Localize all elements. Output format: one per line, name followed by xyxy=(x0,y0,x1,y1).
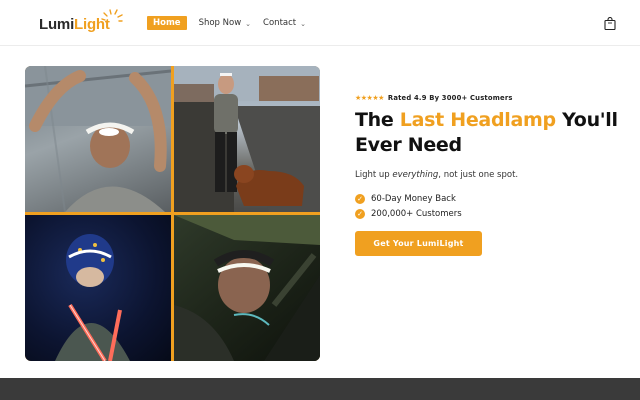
hero-headline: The Last Headlamp You'll Ever Need xyxy=(355,109,618,156)
hero-copy: ★★★★★ Rated 4.9 By 3000+ Customers The L… xyxy=(355,94,625,256)
shopping-bag-icon[interactable] xyxy=(604,17,616,30)
nav-contact[interactable]: Contact ⌄ xyxy=(263,18,306,28)
nav-contact-label: Contact xyxy=(263,18,297,28)
get-lumilight-button[interactable]: Get Your LumiLight xyxy=(355,231,482,256)
chevron-down-icon: ⌄ xyxy=(300,20,306,28)
benefit-list: ✓ 60-Day Money Back ✓ 200,000+ Customers xyxy=(355,194,625,219)
photo-car-repair-headlamp xyxy=(174,215,320,361)
rating-text: Rated 4.9 By 3000+ Customers xyxy=(387,94,513,102)
logo-wordmark: LumiLight xyxy=(39,15,110,33)
nav-shop-now[interactable]: Shop Now ⌄ xyxy=(199,18,251,28)
chevron-down-icon: ⌄ xyxy=(245,20,252,28)
sun-rays-icon xyxy=(101,9,123,22)
photo-night-runner xyxy=(25,215,171,361)
benefit-text: 60-Day Money Back xyxy=(371,194,456,204)
star-rating-icon: ★★★★★ xyxy=(355,94,384,102)
nav-home[interactable]: Home xyxy=(147,16,187,30)
photo-man-headlamp-ceiling xyxy=(25,66,171,212)
photo-woman-with-dog xyxy=(174,66,320,212)
headline-accent: Last Headlamp xyxy=(399,109,556,131)
site-header: LumiLight Home Shop Now ⌄ Contact ⌄ xyxy=(0,0,640,46)
check-circle-icon: ✓ xyxy=(355,209,365,219)
brand-logo[interactable]: LumiLight xyxy=(39,9,123,36)
hero-subtitle: Light up everything, not just one spot. xyxy=(355,170,519,180)
benefit-text: 200,000+ Customers xyxy=(371,209,462,219)
nav-shop-now-label: Shop Now xyxy=(198,18,242,28)
product-collage xyxy=(25,66,320,361)
footer-band xyxy=(0,378,640,400)
rating-row: ★★★★★ Rated 4.9 By 3000+ Customers xyxy=(355,94,625,102)
benefit-item: ✓ 200,000+ Customers xyxy=(355,209,625,219)
benefit-item: ✓ 60-Day Money Back xyxy=(355,194,625,204)
main-nav: Home Shop Now ⌄ Contact ⌄ xyxy=(147,16,306,30)
check-circle-icon: ✓ xyxy=(355,194,365,204)
